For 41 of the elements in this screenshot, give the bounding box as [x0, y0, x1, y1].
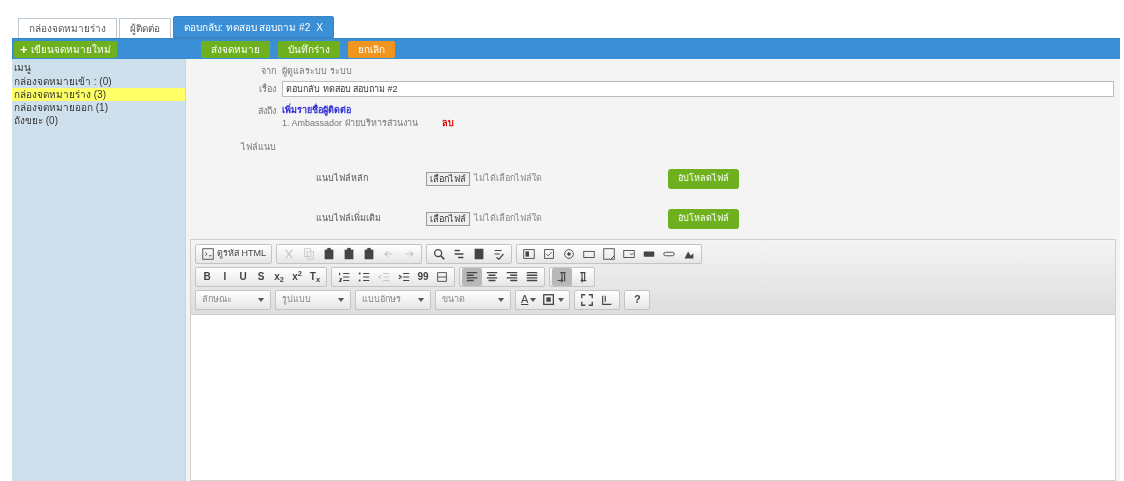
sender-text: ผู้ดูแลระบบ ระบบ — [282, 65, 352, 79]
caret-icon — [338, 297, 344, 302]
field-label: ส่งถึง — [257, 105, 277, 118]
text-direction-icon[interactable] — [552, 267, 572, 286]
caret-icon — [558, 297, 565, 302]
plus-icon: + — [20, 42, 28, 56]
file-status: ไม่ได้เลือกไฟล์ใด — [474, 171, 543, 185]
sidebar-item[interactable]: กล่องจดหมายเข้า : (0) — [12, 75, 185, 88]
caret-icon — [258, 297, 264, 302]
sidebar-title: เมนู — [13, 61, 32, 74]
choose-file-button[interactable]: เลือกไฟล์ — [426, 171, 470, 186]
remove-link[interactable]: ลบ — [442, 117, 454, 131]
field-label: จาก — [260, 65, 277, 78]
attachment-label: แนบไฟล์เพิ่มเติม — [316, 211, 382, 225]
format-button[interactable]: x$^{2}$ — [288, 267, 306, 286]
choose-file-button[interactable]: เลือกไฟล์ — [426, 211, 470, 226]
field-label: ไฟล์แนบ — [239, 140, 277, 154]
sidebar-item[interactable]: ถังขยะ (0) — [12, 114, 185, 127]
sidebar-item[interactable]: กล่องจดหมายออก (1) — [12, 101, 185, 114]
format-button[interactable]: S — [252, 267, 270, 286]
format-button[interactable]: 99 — [414, 267, 432, 286]
format-button[interactable]: B — [198, 267, 216, 286]
attachment-label: แนบไฟล์หลัก — [316, 171, 369, 185]
align-left-icon[interactable] — [462, 267, 482, 286]
tab[interactable]: กล่องจดหมายร่าง — [18, 18, 117, 38]
fill-color-icon — [542, 292, 557, 307]
source-code-icon — [201, 246, 215, 261]
field-label: เรื่อง — [258, 82, 277, 96]
sidebar-item[interactable]: กล่องจดหมายร่าง (3) — [12, 88, 185, 101]
tab[interactable]: ผู้ติดต่อ — [119, 18, 171, 38]
file-status: ไม่ได้เลือกไฟล์ใด — [474, 211, 543, 225]
format-button[interactable]: I — [216, 267, 234, 286]
format-button[interactable]: x$_{2}$ — [270, 267, 288, 286]
caret-icon — [498, 297, 504, 302]
subject-field[interactable]: ตอบกลับ ทดสอบ สอบถาม #2 — [282, 81, 1114, 97]
format-button[interactable]: T$_{x}$ — [306, 267, 324, 286]
add-contact-link[interactable]: เพิ่มรายชื่อผู้ติดต่อ — [282, 103, 454, 117]
caret-icon — [418, 297, 424, 302]
recipient-text: 1. Ambassador ฝ่ายบริหารส่วนงาน — [282, 117, 419, 130]
format-button[interactable]: U — [234, 267, 252, 286]
caret-icon — [530, 297, 537, 302]
